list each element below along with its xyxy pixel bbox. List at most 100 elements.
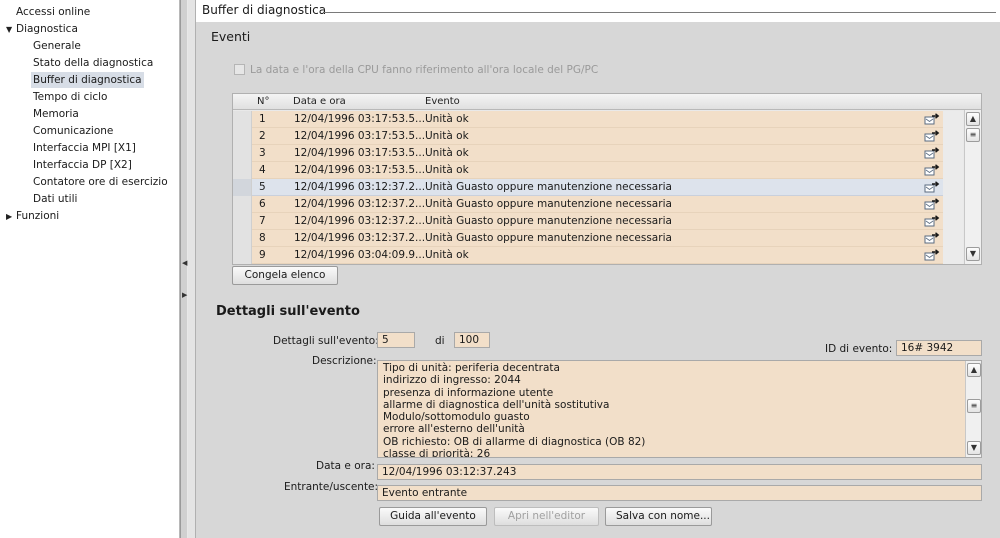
row-header[interactable] bbox=[233, 247, 252, 264]
desc-scroll-down-icon[interactable]: ▼ bbox=[967, 441, 981, 455]
nav-item[interactable]: Buffer di diagnostica bbox=[31, 72, 144, 88]
of-label: di bbox=[435, 335, 445, 347]
event-id-field: 16# 3942 bbox=[896, 340, 982, 356]
event-number-field[interactable]: 5 bbox=[377, 332, 415, 348]
description-scrollbar[interactable]: ▲ ≡ ▼ bbox=[965, 361, 981, 457]
nav-item[interactable]: Memoria bbox=[33, 106, 79, 122]
row-header[interactable] bbox=[233, 196, 252, 213]
description-line: Modulo/sottomodulo guasto bbox=[383, 411, 530, 424]
table-row[interactable]: 5 12/04/1996 03:12:37.2... Unità Guasto op… bbox=[233, 179, 963, 196]
table-row[interactable]: 3 12/04/1996 03:17:53.5... Unità ok bbox=[233, 145, 963, 162]
nav-item[interactable]: Generale bbox=[33, 38, 81, 54]
open-in-editor-button[interactable]: Apri nell'editor bbox=[494, 507, 599, 526]
cell-event: Unità ok bbox=[425, 130, 469, 142]
nav-item[interactable]: Contatore ore di esercizio bbox=[33, 174, 168, 190]
cell-number: 6 bbox=[259, 198, 266, 210]
cell-number: 7 bbox=[259, 215, 266, 227]
column-header-number[interactable]: N° bbox=[257, 96, 269, 107]
row-header[interactable] bbox=[233, 128, 252, 145]
goto-event-icon[interactable] bbox=[924, 130, 940, 143]
column-header-event[interactable]: Evento bbox=[425, 96, 460, 107]
description-line: presenza di informazione utente bbox=[383, 386, 554, 399]
expand-right-icon[interactable]: ▶ bbox=[182, 290, 187, 300]
local-time-option[interactable]: La data e l'ora della CPU fanno riferime… bbox=[234, 64, 598, 76]
goto-event-icon[interactable] bbox=[924, 215, 940, 228]
scroll-down-icon[interactable]: ▼ bbox=[966, 247, 980, 261]
table-row[interactable]: 2 12/04/1996 03:17:53.5... Unità ok bbox=[233, 128, 963, 145]
nav-item[interactable]: Interfaccia MPI [X1] bbox=[33, 140, 136, 156]
events-table: N° Data e ora Evento 1 12/04/1996 03:17:5… bbox=[232, 93, 982, 265]
nav-item[interactable]: Comunicazione bbox=[33, 123, 113, 139]
cell-event: Unità Guasto oppure manutenzione necessa… bbox=[425, 232, 672, 244]
cell-datetime: 12/04/1996 03:17:53.5... bbox=[294, 130, 426, 142]
nav-item[interactable]: Stato della diagnostica bbox=[33, 55, 153, 71]
table-header: N° Data e ora Evento bbox=[233, 94, 981, 110]
row-header[interactable] bbox=[233, 162, 252, 179]
nav-item-label: Diagnostica bbox=[16, 23, 78, 35]
nav-item-label: Dati utili bbox=[33, 193, 78, 205]
description-line: errore all'esterno dell'unità bbox=[383, 423, 525, 436]
goto-event-icon[interactable] bbox=[924, 113, 940, 126]
event-number-label: Dettagli sull'evento: bbox=[273, 335, 379, 347]
desc-scroll-thumb[interactable]: ≡ bbox=[967, 399, 981, 413]
nav-item[interactable]: Tempo di ciclo bbox=[33, 89, 107, 105]
goto-event-icon[interactable] bbox=[924, 249, 940, 262]
datetime-field: 12/04/1996 03:12:37.243 bbox=[377, 464, 982, 480]
scroll-thumb[interactable]: ≡ bbox=[966, 128, 980, 142]
goto-event-icon[interactable] bbox=[924, 232, 940, 245]
nav-item[interactable]: Interfaccia DP [X2] bbox=[33, 157, 132, 173]
event-help-button[interactable]: Guida all'evento bbox=[379, 507, 487, 526]
cell-event: Unità ok bbox=[425, 249, 469, 261]
datetime-label: Data e ora: bbox=[316, 460, 375, 472]
column-header-datetime[interactable]: Data e ora bbox=[293, 96, 346, 107]
row-spacer bbox=[943, 247, 963, 264]
row-header[interactable] bbox=[233, 111, 252, 128]
row-header[interactable] bbox=[233, 179, 252, 196]
table-row[interactable]: 1 12/04/1996 03:17:53.5... Unità ok bbox=[233, 111, 963, 128]
table-row[interactable]: 7 12/04/1996 03:12:37.2... Unità Guasto op… bbox=[233, 213, 963, 230]
desc-scroll-up-icon[interactable]: ▲ bbox=[967, 363, 981, 377]
local-time-checkbox[interactable] bbox=[234, 64, 245, 75]
goto-event-icon[interactable] bbox=[924, 181, 940, 194]
description-line: OB richiesto: OB di allarme di diagnosti… bbox=[383, 435, 646, 448]
nav-item[interactable]: Dati utili bbox=[33, 191, 77, 207]
save-as-button[interactable]: Salva con nome... bbox=[605, 507, 712, 526]
table-row[interactable]: 9 12/04/1996 03:04:09.9... Unità ok bbox=[233, 247, 963, 264]
collapse-left-icon[interactable]: ◀ bbox=[182, 258, 187, 268]
nav-item-label: Interfaccia MPI [X1] bbox=[33, 142, 136, 154]
inout-field: Evento entrante bbox=[377, 485, 982, 501]
nav-item[interactable]: ▶ Funzioni bbox=[6, 208, 59, 224]
nav-item[interactable]: Accessi online bbox=[16, 4, 90, 20]
events-scrollbar[interactable]: ▲ ≡ ▼ bbox=[964, 110, 981, 264]
table-row[interactable]: 4 12/04/1996 03:17:53.5... Unità ok bbox=[233, 162, 963, 179]
panel-splitter[interactable]: ◀ ▶ bbox=[180, 0, 188, 538]
details-section-title: Dettagli sull'evento bbox=[216, 304, 360, 319]
freeze-list-button[interactable]: Congela elenco bbox=[232, 266, 338, 285]
cell-number: 3 bbox=[259, 147, 266, 159]
table-row[interactable]: 6 12/04/1996 03:12:37.2... Unità Guasto op… bbox=[233, 196, 963, 213]
cell-datetime: 12/04/1996 03:17:53.5... bbox=[294, 113, 426, 125]
row-header[interactable] bbox=[233, 213, 252, 230]
nav-item[interactable]: ▼ Diagnostica bbox=[6, 21, 78, 37]
cell-datetime: 12/04/1996 03:04:09.9... bbox=[294, 249, 426, 261]
description-text: Tipo di unità: periferia decentrata indir… bbox=[383, 362, 646, 458]
row-header[interactable] bbox=[233, 230, 252, 247]
goto-event-icon[interactable] bbox=[924, 147, 940, 160]
collapsed-arrow-icon[interactable]: ▶ bbox=[6, 209, 16, 225]
cell-datetime: 12/04/1996 03:12:37.2... bbox=[294, 181, 426, 193]
goto-event-icon[interactable] bbox=[924, 198, 940, 211]
cell-datetime: 12/04/1996 03:12:37.2... bbox=[294, 198, 426, 210]
row-spacer bbox=[943, 179, 963, 196]
cell-datetime: 12/04/1996 03:12:37.2... bbox=[294, 215, 426, 227]
header-divider bbox=[324, 12, 996, 13]
description-line: classe di priorità: 26 bbox=[383, 448, 491, 458]
row-spacer bbox=[943, 213, 963, 230]
description-textarea[interactable]: Tipo di unità: periferia decentrata indir… bbox=[377, 360, 982, 458]
row-header[interactable] bbox=[233, 145, 252, 162]
table-row[interactable]: 8 12/04/1996 03:12:37.2... Unità Guasto op… bbox=[233, 230, 963, 247]
cell-datetime: 12/04/1996 03:17:53.5... bbox=[294, 164, 426, 176]
row-spacer bbox=[943, 162, 963, 179]
scroll-up-icon[interactable]: ▲ bbox=[966, 112, 980, 126]
expanded-arrow-icon[interactable]: ▼ bbox=[6, 22, 16, 38]
goto-event-icon[interactable] bbox=[924, 164, 940, 177]
